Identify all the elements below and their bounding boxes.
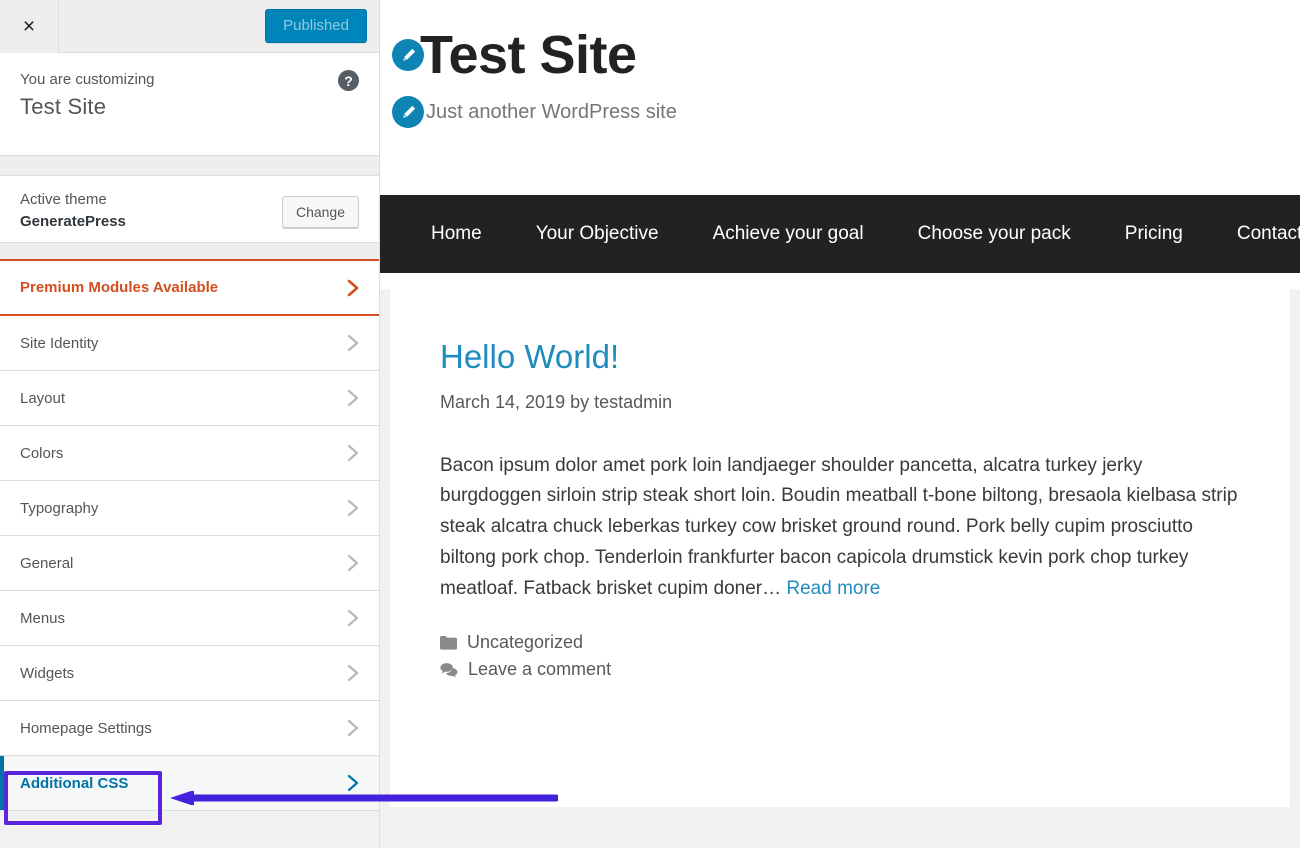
sidebar-item-label: Typography <box>20 500 98 517</box>
site-header: Test Site Just another WordPress site <box>380 0 1300 195</box>
close-customizer-button[interactable]: × <box>0 0 59 53</box>
sidebar-footer-space <box>0 811 379 848</box>
customizing-info: You are customizing Test Site ? <box>0 53 379 156</box>
post-meta: March 14, 2019 by testadmin <box>440 392 1240 413</box>
nav-item-achieve-your-goal[interactable]: Achieve your goal <box>686 223 891 245</box>
sidebar-item-additional-css[interactable]: Additional CSS <box>0 756 379 811</box>
post-title[interactable]: Hello World! <box>440 337 1240 377</box>
active-theme-panel: Active theme GeneratePress Change <box>0 175 379 243</box>
sidebar-item-label: Premium Modules Available <box>20 279 218 296</box>
chevron-right-icon <box>345 497 361 519</box>
chevron-right-icon <box>345 662 361 684</box>
post-footer: Uncategorized Leave a comment <box>440 632 1240 680</box>
comment-icon <box>440 662 458 678</box>
customizer-header: × Published <box>0 0 379 53</box>
sidebar-item-widgets[interactable]: Widgets <box>0 646 379 701</box>
customizer-screen: × Published You are customizing Test Sit… <box>0 0 1300 848</box>
read-more-link[interactable]: Read more <box>786 578 880 599</box>
post-ellipsis: … <box>762 578 786 599</box>
site-primary-navigation: Home Your Objective Achieve your goal Ch… <box>380 195 1300 273</box>
post-category-row: Uncategorized <box>440 632 1240 653</box>
post-content: Bacon ipsum dolor amet pork loin landjae… <box>440 451 1240 605</box>
sidebar-item-label: Site Identity <box>20 335 98 352</box>
chevron-right-icon <box>345 387 361 409</box>
site-branding: Test Site <box>380 28 1300 82</box>
post-card: Hello World! March 14, 2019 by testadmin… <box>390 289 1290 807</box>
edit-pencil-icon-tagline[interactable] <box>392 96 424 128</box>
close-icon: × <box>23 16 35 37</box>
post-comments-row: Leave a comment <box>440 659 1240 680</box>
site-title[interactable]: Test Site <box>420 28 637 82</box>
sidebar-gap-top <box>0 156 379 175</box>
chevron-right-icon <box>345 277 361 299</box>
sidebar-item-label: Colors <box>20 445 63 462</box>
sidebar-item-label: General <box>20 555 73 572</box>
post-excerpt: Bacon ipsum dolor amet pork loin landjae… <box>440 451 1240 605</box>
folder-icon <box>440 635 457 650</box>
site-tagline: Just another WordPress site <box>426 101 677 124</box>
sidebar-item-general[interactable]: General <box>0 536 379 591</box>
sidebar-item-layout[interactable]: Layout <box>0 371 379 426</box>
nav-item-your-objective[interactable]: Your Objective <box>509 223 686 245</box>
sidebar-item-homepage-settings[interactable]: Homepage Settings <box>0 701 379 756</box>
post-comment-link[interactable]: Leave a comment <box>468 659 611 680</box>
customizing-site-name: Test Site <box>20 94 359 120</box>
chevron-right-icon <box>345 442 361 464</box>
active-theme-name: GeneratePress <box>20 211 126 233</box>
nav-item-choose-your-pack[interactable]: Choose your pack <box>891 223 1098 245</box>
nav-item-pricing[interactable]: Pricing <box>1098 223 1210 245</box>
sidebar-item-label: Homepage Settings <box>20 720 152 737</box>
change-theme-button[interactable]: Change <box>282 196 359 228</box>
customizing-label: You are customizing <box>20 71 359 88</box>
sidebar-item-label: Menus <box>20 610 65 627</box>
active-theme-label: Active theme <box>20 189 126 211</box>
sidebar-item-menus[interactable]: Menus <box>0 591 379 646</box>
sidebar-gap-mid <box>0 243 379 259</box>
active-theme-text: Active theme GeneratePress <box>20 189 126 233</box>
site-preview: Test Site Just another WordPress site Ho… <box>380 0 1300 848</box>
site-tagline-row: Just another WordPress site <box>380 96 1300 128</box>
nav-item-contact-me[interactable]: Contact Me <box>1210 223 1300 245</box>
help-icon[interactable]: ? <box>338 70 359 91</box>
customizer-sidebar: × Published You are customizing Test Sit… <box>0 0 380 848</box>
chevron-right-icon <box>345 552 361 574</box>
sidebar-item-label: Widgets <box>20 665 74 682</box>
chevron-right-icon <box>345 332 361 354</box>
chevron-right-icon <box>345 772 361 794</box>
site-content-area: Hello World! March 14, 2019 by testadmin… <box>380 289 1300 848</box>
sidebar-item-label: Layout <box>20 390 65 407</box>
nav-item-home[interactable]: Home <box>404 223 509 245</box>
chevron-right-icon <box>345 717 361 739</box>
sidebar-item-colors[interactable]: Colors <box>0 426 379 481</box>
chevron-right-icon <box>345 607 361 629</box>
customizer-panel-list: Premium Modules Available Site Identity … <box>0 259 379 811</box>
sidebar-item-label: Additional CSS <box>20 775 128 792</box>
sidebar-item-site-identity[interactable]: Site Identity <box>0 316 379 371</box>
sidebar-item-premium-modules[interactable]: Premium Modules Available <box>0 259 379 316</box>
publish-button[interactable]: Published <box>265 9 367 43</box>
sidebar-item-typography[interactable]: Typography <box>0 481 379 536</box>
post-category-link[interactable]: Uncategorized <box>467 632 583 653</box>
